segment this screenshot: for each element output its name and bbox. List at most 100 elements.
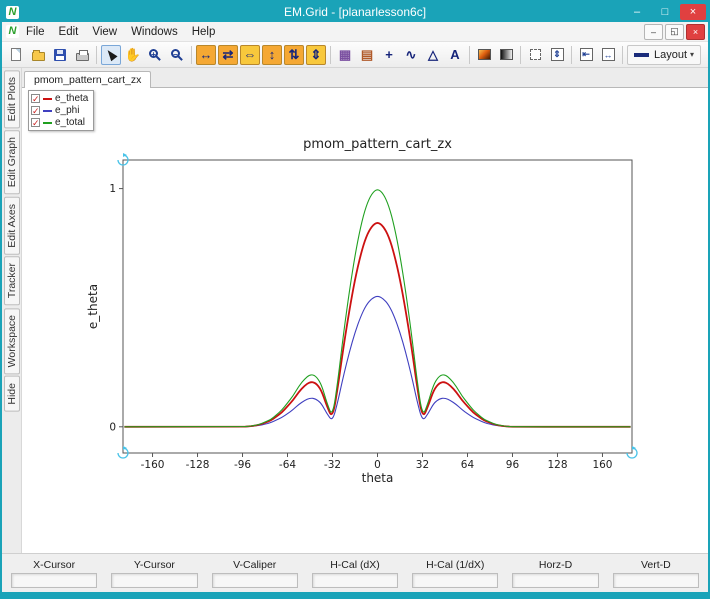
shrink-height-button[interactable]: ⇅: [284, 45, 304, 65]
sidebar-tab-edit-graph[interactable]: Edit Graph: [4, 130, 20, 194]
annotate-button[interactable]: △: [423, 45, 443, 65]
print-icon: [76, 53, 89, 61]
legend-checkbox-e-total[interactable]: ✓: [31, 118, 40, 127]
mdi-close-button[interactable]: ×: [686, 24, 705, 40]
add-curve-button[interactable]: ∿: [401, 45, 421, 65]
menu-view[interactable]: View: [85, 24, 124, 40]
save-button[interactable]: [50, 45, 70, 65]
menu-edit[interactable]: Edit: [52, 24, 86, 40]
new-file-button[interactable]: [6, 45, 26, 65]
window-title: EM.Grid - [planarlesson6c]: [2, 5, 708, 19]
vertical-extent-button[interactable]: ⇕: [547, 45, 567, 65]
x-tick-label: -64: [279, 459, 296, 471]
x-tick-label: -128: [186, 459, 210, 471]
mdi-minimize-button[interactable]: –: [644, 24, 663, 40]
status-cell-x-cursor: [11, 573, 97, 588]
shrink-width-icon: ⇄: [223, 48, 234, 61]
frame-icon: ▤: [361, 48, 373, 61]
grayscale-icon: [500, 49, 513, 60]
mdi-restore-button[interactable]: ◱: [665, 24, 684, 40]
x-tick-label: 32: [416, 459, 429, 471]
toolbar-separator: [469, 46, 470, 64]
colormap-icon: [478, 49, 491, 60]
grayscale-button[interactable]: [496, 45, 516, 65]
document-icon: N: [6, 25, 19, 38]
sidebar-tab-edit-axes[interactable]: Edit Axes: [4, 197, 20, 255]
x-tick-label: 96: [506, 459, 520, 471]
legend-checkbox-e-theta[interactable]: ✓: [31, 94, 40, 103]
window-minimize-button[interactable]: –: [624, 4, 650, 20]
expand-width-button[interactable]: ↔: [196, 45, 216, 65]
zoom-out-button[interactable]: [167, 45, 187, 65]
sidebar-tab-workspace[interactable]: Workspace: [4, 308, 20, 374]
grid-button[interactable]: ▦: [335, 45, 355, 65]
x-tick-label: -96: [234, 459, 251, 471]
x-tick-label: -32: [324, 459, 341, 471]
app-logo-icon: N: [6, 6, 19, 19]
plot-legend: ✓e_theta✓e_phi✓e_total: [28, 90, 94, 131]
status-cell-y-cursor: [111, 573, 197, 588]
sidebar-tab-edit-plots[interactable]: Edit Plots: [4, 70, 20, 128]
menu-windows[interactable]: Windows: [124, 24, 185, 40]
grid-icon: ▦: [339, 48, 351, 61]
fit-height-icon: ⇕: [311, 48, 322, 61]
select-tool-icon: [104, 48, 117, 62]
fit-height-button[interactable]: ⇕: [306, 45, 326, 65]
text-tool-button[interactable]: A: [445, 45, 465, 65]
x-tick-label: 128: [547, 459, 567, 471]
menu-items: FileEditViewWindowsHelp: [19, 24, 222, 40]
h-distance-button[interactable]: ↔: [598, 45, 618, 65]
legend-item-e-theta: ✓e_theta: [31, 93, 88, 104]
legend-item-e-total: ✓ e_total: [31, 117, 88, 128]
open-file-button[interactable]: [28, 45, 48, 65]
add-marker-button[interactable]: +: [379, 45, 399, 65]
add-marker-icon: +: [385, 48, 393, 61]
new-file-icon: [11, 48, 21, 61]
screen: { "window": { "title": "EM.Grid - [plana…: [0, 0, 710, 599]
toolbar-separator: [622, 46, 623, 64]
title-bar[interactable]: N EM.Grid - [planarlesson6c] – □ ×: [2, 2, 708, 22]
select-tool-button[interactable]: [101, 45, 121, 65]
fit-width-button[interactable]: ⇔: [240, 45, 260, 65]
status-value-row: [4, 573, 706, 588]
y-axis-label: e_theta: [86, 284, 100, 329]
h-caliper-button[interactable]: ⇤: [576, 45, 596, 65]
window-close-button[interactable]: ×: [680, 4, 706, 20]
legend-line-sample: [43, 98, 52, 100]
colormap-button[interactable]: [474, 45, 494, 65]
legend-label: e_total: [55, 117, 85, 128]
open-file-icon: [32, 52, 45, 61]
shrink-width-button[interactable]: ⇄: [218, 45, 238, 65]
document-tab[interactable]: pmom_pattern_cart_zx: [24, 71, 151, 88]
pan-tool-icon: ✋: [125, 48, 141, 61]
content-area: pmom_pattern_cart_zx ✓e_theta✓e_phi✓e_to…: [22, 68, 708, 553]
x-tick-label: 0: [374, 459, 381, 471]
frame-button[interactable]: ▤: [357, 45, 377, 65]
sidebar-tab-tracker[interactable]: Tracker: [4, 256, 20, 305]
legend-checkbox-e-phi[interactable]: ✓: [31, 106, 40, 115]
window-maximize-button[interactable]: □: [652, 4, 678, 20]
add-curve-icon: ∿: [406, 48, 417, 61]
pan-tool-button[interactable]: ✋: [123, 45, 143, 65]
h-caliper-icon: ⇤: [580, 48, 593, 61]
menu-file[interactable]: File: [19, 24, 52, 40]
zoom-in-button[interactable]: [145, 45, 165, 65]
annotate-icon: △: [428, 48, 438, 61]
toolbar-separator: [571, 46, 572, 64]
menu-help[interactable]: Help: [185, 24, 223, 40]
select-region-button[interactable]: [525, 45, 545, 65]
select-region-icon: [530, 49, 541, 60]
plot-area[interactable]: [123, 160, 632, 453]
x-tick-label: 64: [461, 459, 475, 471]
sidebar-tab-hide[interactable]: Hide: [4, 376, 20, 412]
app-window: N EM.Grid - [planarlesson6c] – □ × N Fil…: [0, 0, 710, 599]
plot-canvas[interactable]: ✓e_theta✓e_phi✓e_total pmom_pattern_cart…: [22, 88, 708, 553]
menu-bar: N FileEditViewWindowsHelp – ◱ ×: [2, 22, 708, 42]
layout-button[interactable]: Layout▾: [627, 45, 701, 65]
print-button[interactable]: [72, 45, 92, 65]
status-cell-h-cal-dx: [312, 573, 398, 588]
chart[interactable]: pmom_pattern_cart_zx-160-128-96-64-32032…: [22, 88, 709, 561]
window-controls: – □ ×: [624, 4, 708, 20]
expand-height-icon: ↕: [269, 48, 276, 61]
expand-height-button[interactable]: ↕: [262, 45, 282, 65]
